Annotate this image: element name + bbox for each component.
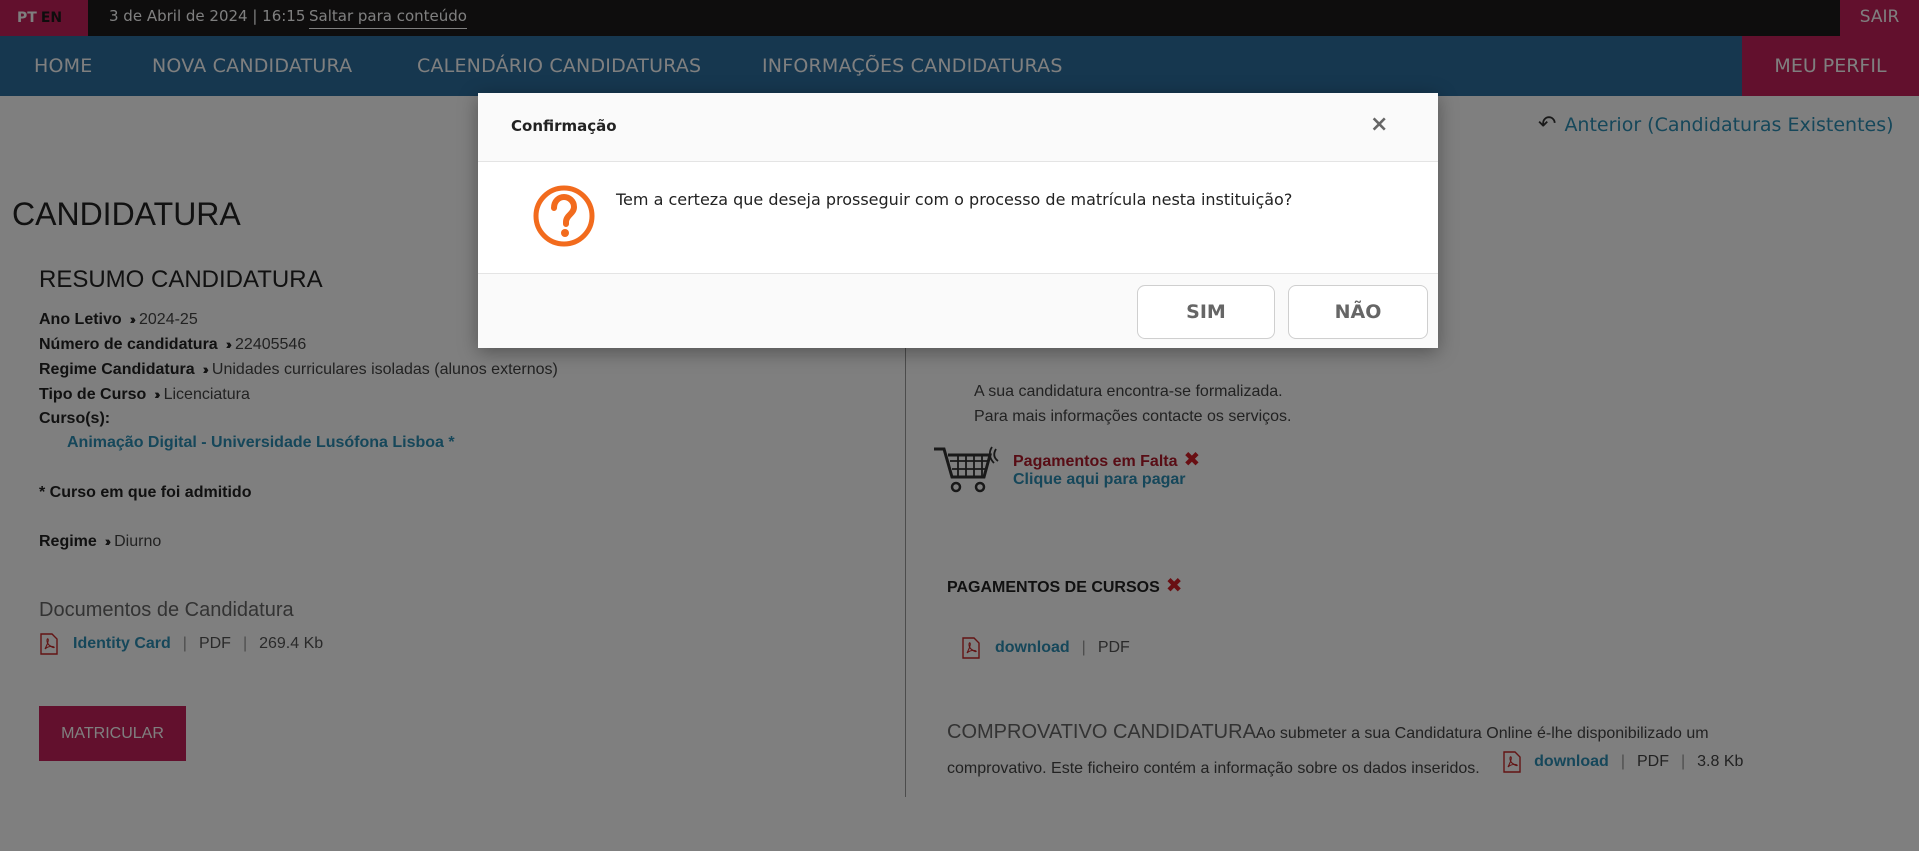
confirmation-dialog: Confirmação × Tem a certeza que deseja p…: [478, 93, 1438, 348]
yes-button[interactable]: SIM: [1137, 285, 1275, 339]
no-button[interactable]: NÃO: [1288, 285, 1428, 339]
dialog-footer: SIM NÃO: [478, 273, 1438, 348]
dialog-title: Confirmação: [511, 117, 617, 135]
close-icon[interactable]: ×: [1370, 113, 1388, 137]
question-icon: [533, 185, 595, 247]
dialog-message: Tem a certeza que deseja prosseguir com …: [616, 190, 1293, 209]
dialog-header: Confirmação ×: [478, 93, 1438, 162]
dialog-body: Tem a certeza que deseja prosseguir com …: [478, 162, 1438, 273]
